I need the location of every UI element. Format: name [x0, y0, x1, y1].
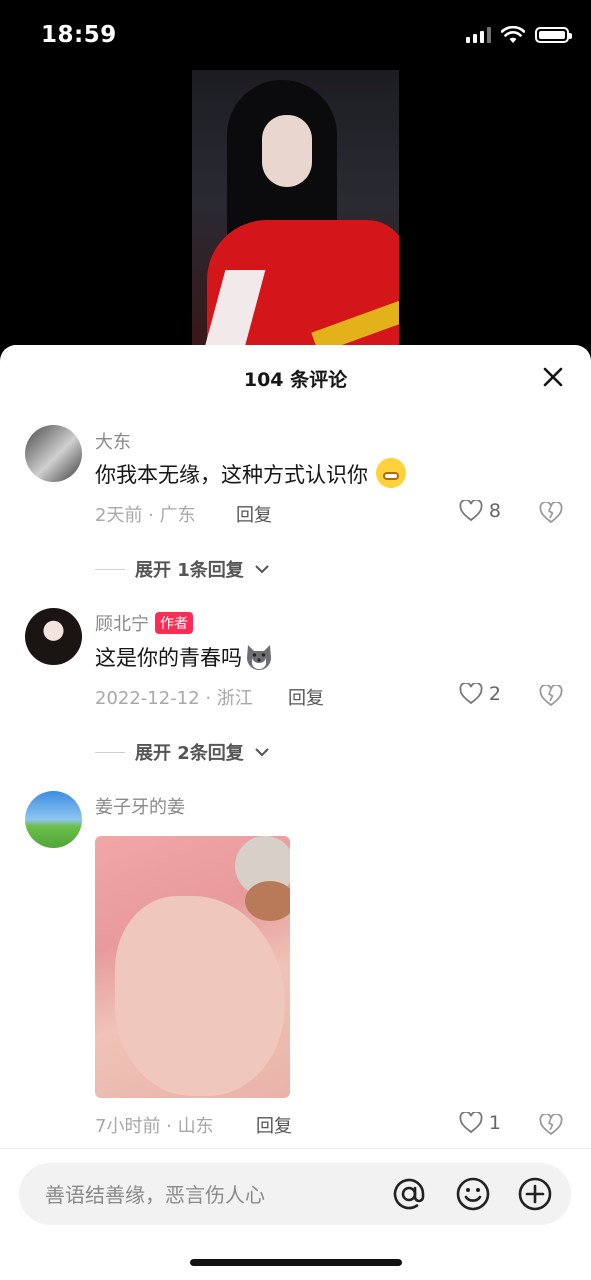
like-count: 2 — [488, 683, 501, 705]
comment-text-row: 你我本无缘，这种方式认识你 — [95, 458, 406, 489]
mention-button[interactable] — [391, 1176, 427, 1212]
wifi-icon — [501, 26, 525, 43]
comment-input[interactable] — [43, 1163, 377, 1227]
avatar[interactable] — [25, 791, 82, 848]
reply-button[interactable]: 回复 — [236, 501, 272, 527]
comment-text-row: 这是你的青春吗 — [95, 641, 274, 672]
grinning-emoji-icon — [376, 458, 406, 488]
broken-heart-icon — [539, 500, 563, 524]
comment-meta: 7小时前 · 山东 — [95, 1116, 214, 1137]
reply-button[interactable]: 回复 — [288, 684, 324, 710]
expand-replies-label: 展开 2条回复 — [135, 743, 244, 764]
comment-author[interactable]: 姜子牙的姜 — [95, 793, 185, 819]
smiley-icon — [456, 1177, 490, 1211]
chevron-down-icon — [255, 748, 269, 757]
broken-heart-icon — [539, 683, 563, 707]
close-button[interactable] — [541, 365, 565, 389]
comment-author[interactable]: 大东 — [95, 428, 131, 454]
comment-text: 你我本无缘，这种方式认识你 — [95, 463, 368, 487]
comment-count-title: 104 条评论 — [243, 369, 348, 391]
comment-image[interactable] — [95, 836, 290, 1098]
like-button[interactable]: 8 — [459, 500, 501, 522]
husky-emoji-icon — [247, 645, 271, 670]
dislike-button[interactable] — [539, 683, 563, 711]
like-button[interactable]: 2 — [459, 683, 501, 705]
comment-author[interactable]: 顾北宁 作者 — [95, 610, 193, 636]
heart-outline-icon — [459, 1112, 483, 1134]
status-time: 18:59 — [41, 22, 117, 48]
heart-outline-icon — [459, 500, 483, 522]
reply-button[interactable]: 回复 — [256, 1112, 292, 1138]
broken-heart-icon — [539, 1112, 563, 1136]
battery-icon — [535, 27, 572, 43]
expand-replies-button[interactable]: 展开 2条回复 — [95, 739, 270, 765]
plus-circle-icon — [518, 1177, 552, 1211]
avatar[interactable] — [25, 608, 82, 665]
heart-outline-icon — [459, 683, 483, 705]
dislike-button[interactable] — [539, 500, 563, 528]
author-badge: 作者 — [155, 612, 193, 634]
comment-text: 这是你的青春吗 — [95, 646, 242, 670]
comment-sheet: 104 条评论 大东 你我本无缘，这种方式认识你 2天前 · 广东 回复 8 展… — [0, 345, 591, 1280]
home-indicator[interactable] — [190, 1259, 402, 1266]
chevron-down-icon — [255, 565, 269, 574]
like-count: 8 — [488, 500, 501, 522]
comment-meta: 2天前 · 广东 — [95, 505, 196, 526]
emoji-button[interactable] — [455, 1176, 491, 1212]
close-icon — [543, 367, 563, 387]
at-icon — [393, 1178, 425, 1210]
like-button[interactable]: 1 — [459, 1112, 501, 1134]
like-count: 1 — [488, 1112, 501, 1134]
expand-replies-label: 展开 1条回复 — [135, 560, 244, 581]
avatar[interactable] — [25, 425, 82, 482]
add-button[interactable] — [517, 1176, 553, 1212]
status-icons — [466, 26, 572, 44]
comment-input-bar — [19, 1163, 571, 1227]
signal-icon — [466, 27, 491, 43]
video-preview[interactable] — [192, 70, 399, 360]
dislike-button[interactable] — [539, 1112, 563, 1140]
expand-replies-button[interactable]: 展开 1条回复 — [95, 556, 270, 582]
comment-meta: 2022-12-12 · 浙江 — [95, 688, 253, 709]
input-divider — [0, 1148, 591, 1149]
comment-author-name: 顾北宁 — [95, 614, 149, 635]
status-bar: 18:59 — [0, 0, 591, 70]
